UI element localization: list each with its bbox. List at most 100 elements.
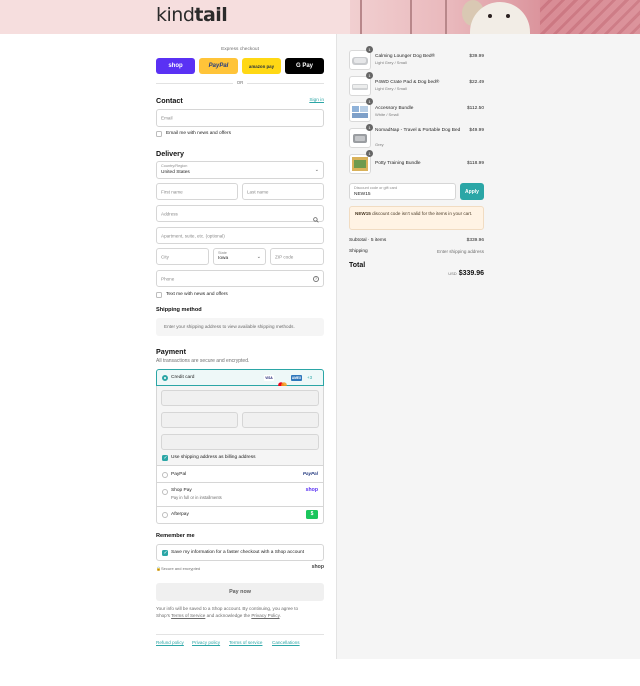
or-label: OR [233, 80, 247, 85]
shipping-method-note: Enter your shipping address to view avai… [156, 318, 324, 336]
chevron-down-icon: ⌄ [256, 253, 261, 260]
apply-discount-button[interactable]: Apply [460, 183, 484, 200]
total-amount: USD $339.96 [448, 262, 484, 280]
afterpay-label: Afterpay [171, 512, 189, 517]
more-cards-count: +3 [307, 375, 313, 380]
item-variant: Light Grey / Small [375, 60, 407, 65]
payment-subtitle: All transactions are secure and encrypte… [156, 358, 250, 364]
legal-line-1: Your info will be saved to a Shop accoun… [156, 606, 299, 611]
paypal-button[interactable]: PayPal [199, 58, 238, 74]
terms-link[interactable]: Terms of Service [171, 613, 205, 618]
city-field[interactable]: City [156, 248, 209, 265]
shipping-method-heading: Shipping method [156, 307, 202, 313]
save-info-checkbox[interactable] [162, 550, 168, 556]
credit-card-radio[interactable] [162, 375, 168, 381]
shipping-value: Enter shipping address [437, 249, 484, 254]
paypal-option[interactable]: PayPal PayPal [156, 465, 324, 483]
first-name-placeholder: First name [161, 189, 183, 194]
zip-field[interactable]: ZIP code [270, 248, 324, 265]
billing-same-checkbox[interactable] [162, 455, 168, 461]
visa-icon: VISA [264, 375, 274, 381]
chevron-down-icon: ⌄ [314, 167, 319, 173]
card-security-field[interactable] [242, 412, 319, 428]
brand-logo[interactable]: kindtail [156, 4, 228, 26]
card-expiry-field[interactable] [161, 412, 238, 428]
item-price: $39.99 [469, 54, 484, 59]
apartment-field[interactable]: Apartment, suite, etc. (optional) [156, 227, 324, 244]
afterpay-radio[interactable] [162, 512, 168, 518]
email-field[interactable]: Email [156, 109, 324, 127]
subtotal-value: $339.96 [466, 238, 484, 243]
discount-error-text: NEW15 discount code isn't valid for the … [355, 211, 473, 216]
quantity-badge: 1 [366, 98, 373, 105]
text-news-checkbox[interactable] [156, 292, 162, 298]
privacy-link[interactable]: Privacy Policy [251, 613, 279, 618]
item-price: $49.99 [469, 128, 484, 133]
privacy-policy-link[interactable]: Privacy policy [192, 640, 220, 645]
pay-now-label: Pay now [229, 589, 251, 595]
apartment-placeholder: Apartment, suite, etc. (optional) [161, 233, 225, 238]
sign-in-link[interactable]: Sign in [300, 98, 324, 103]
card-name-field[interactable] [161, 434, 319, 450]
apply-label: Apply [465, 188, 479, 195]
first-name-field[interactable]: First name [156, 183, 238, 200]
item-name: Potty Training Bundle [375, 161, 421, 166]
item-name: NomadNap - Travel & Portable Dog Bed [375, 128, 461, 133]
amazon-pay-button[interactable]: amazon pay [242, 58, 281, 74]
country-label: Country/Region [161, 164, 188, 168]
discount-error-banner: NEW15 discount code isn't valid for the … [349, 206, 484, 230]
state-select[interactable]: State Iowa ⌄ [213, 248, 266, 265]
address-field[interactable]: Address [156, 205, 324, 223]
shipping-method-text: Enter your shipping address to view avai… [164, 324, 295, 329]
product-thumbnail [349, 128, 371, 148]
email-placeholder: Email [161, 115, 173, 121]
card-number-field[interactable] [161, 390, 319, 406]
discount-code-field[interactable]: Discount code or gift card NEW15 [349, 183, 456, 200]
paypal-radio[interactable] [162, 472, 168, 478]
country-select[interactable]: Country/Region United States ⌄ [156, 161, 324, 179]
search-icon [313, 210, 319, 223]
address-placeholder: Address [161, 211, 178, 216]
text-news-label: Text me with news and offers [166, 292, 228, 297]
item-variant: Grey [375, 142, 384, 147]
secure-label: Secure and encrypted [161, 566, 201, 571]
cancellations-link[interactable]: Cancellations [272, 640, 300, 645]
phone-field[interactable]: Phone ? [156, 270, 324, 287]
last-name-field[interactable]: Last name [242, 183, 324, 200]
shop-pay-button[interactable]: shop [156, 58, 195, 74]
legal-line-2: Shop's Terms of Service and acknowledge … [156, 613, 281, 618]
credit-card-label: Credit card [171, 375, 195, 380]
item-price: $118.99 [467, 161, 484, 166]
total-value: $339.96 [458, 270, 484, 277]
shipping-label: Shipping [349, 249, 368, 254]
discount-code-value: NEW15 [354, 191, 371, 197]
express-checkout-heading: Express checkout [221, 47, 259, 52]
remember-me-heading: Remember me [156, 533, 195, 539]
email-news-checkbox[interactable] [156, 131, 162, 137]
help-icon[interactable]: ? [313, 275, 319, 282]
header-banner: kindtail [0, 0, 640, 34]
shop-pay-radio[interactable] [162, 489, 168, 495]
shop-logo: shop [311, 564, 324, 570]
afterpay-option[interactable]: Afterpay $ [156, 507, 324, 524]
payment-heading: Payment [156, 347, 186, 356]
paypal-label: PayPal [171, 472, 187, 477]
total-label: Total [349, 262, 366, 269]
google-pay-button[interactable]: G Pay [285, 58, 324, 74]
quantity-badge: 1 [366, 72, 373, 79]
email-news-label: Email me with news and offers [166, 131, 231, 136]
terms-of-service-link[interactable]: Terms of service [229, 640, 262, 645]
delivery-heading: Delivery [156, 149, 184, 158]
last-name-placeholder: Last name [247, 189, 269, 194]
afterpay-logo-icon: $ [306, 510, 318, 519]
item-price: $112.50 [467, 106, 484, 111]
pay-now-button[interactable]: Pay now [156, 583, 324, 601]
quantity-badge: 1 [366, 124, 373, 131]
refund-policy-link[interactable]: Refund policy [156, 640, 184, 645]
header-dog-photo [350, 0, 640, 34]
shop-pay-sublabel: Pay in full or in installments [171, 495, 222, 500]
credit-card-option[interactable]: Credit card VISA AMEX +3 [156, 369, 324, 388]
state-value: Iowa [218, 256, 229, 261]
shop-pay-option[interactable]: Shop Pay Pay in full or in installments … [156, 483, 324, 507]
paypal-logo: PayPal [302, 471, 318, 476]
